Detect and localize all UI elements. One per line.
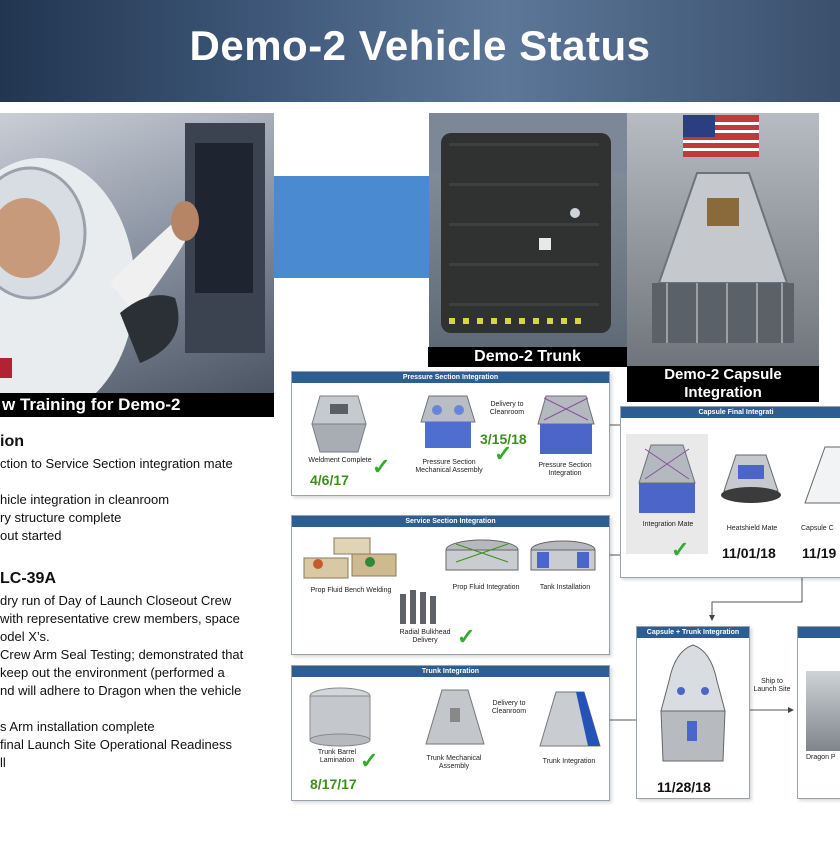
weldment-icon: [311, 395, 367, 453]
tank-install-icon: [530, 540, 596, 571]
delivery-cleanroom-label: Delivery to Cleanroom: [489, 401, 525, 416]
capsule-closeout-date: 11/19: [802, 545, 837, 561]
trunk-barrel-icon: [309, 687, 371, 747]
panel-title: [798, 627, 840, 638]
heatshield-date: 11/01/18: [722, 545, 776, 561]
pressure-section-panel: Pressure Section Integration Weldment Co…: [291, 371, 610, 496]
prop-fluid-label: Prop Fluid Integration: [452, 584, 520, 591]
trunk-integration-icon: [539, 691, 601, 747]
integration-mate-icon: [638, 444, 696, 513]
pressure-assembly-label: Pressure Section Mechanical Assembly: [415, 459, 483, 474]
weldment-date: 4/6/17: [310, 472, 349, 488]
pressure-integration-label: Pressure Section Integration: [538, 462, 592, 477]
panel-title: Trunk Integration: [292, 666, 609, 677]
prop-bench-icon: [303, 537, 397, 579]
check-icon: ✓: [360, 748, 379, 773]
trunk-delivery-label: Delivery to Cleanroom: [491, 700, 527, 715]
trunk-mechanical-label: Trunk Mechanical Assembly: [426, 755, 482, 770]
capsule-closeout-icon: [804, 446, 840, 504]
tank-install-label: Tank Installation: [539, 584, 591, 591]
panel-title: Capsule + Trunk Integration: [637, 627, 749, 638]
check-icon: ✓: [494, 441, 513, 466]
trunk-integration-label: Trunk Integration: [542, 758, 596, 765]
capsule-trunk-date: 11/28/18: [657, 779, 711, 795]
check-icon: ✓: [671, 537, 690, 562]
prop-bench-label: Prop Fluid Bench Welding: [310, 587, 392, 594]
capsule-final-panel: Capsule Final Integrati Integration Mate…: [620, 406, 840, 578]
check-icon: ✓: [372, 454, 391, 479]
panel-title: Capsule Final Integrati: [621, 407, 840, 418]
launch-site-photo: [806, 671, 840, 751]
radial-bulkhead-label: Radial Bulkhead Delivery: [399, 629, 451, 644]
radial-bulkhead-icon: [400, 590, 436, 624]
integration-mate-label: Integration Mate: [642, 521, 694, 528]
pressure-integration-icon: [537, 395, 595, 454]
trunk-integration-panel: Trunk Integration Trunk Barrel Laminatio…: [291, 665, 610, 801]
check-icon: ✓: [457, 624, 476, 649]
capsule-trunk-panel: Capsule + Trunk Integration 11/28/18: [636, 626, 750, 799]
trunk-mechanical-icon: [425, 689, 485, 745]
service-section-panel: Service Section Integration Prop Fluid B…: [291, 515, 610, 655]
capsule-closeout-label: Capsule C: [801, 525, 834, 532]
heatshield-label: Heatshield Mate: [726, 525, 778, 532]
capsule-trunk-icon: [660, 644, 726, 762]
pressure-assembly-icon: [420, 395, 476, 448]
heatshield-icon: [721, 454, 781, 503]
launch-site-label: Dragon P: [806, 754, 836, 761]
trunk-barrel-date: 8/17/17: [310, 776, 357, 792]
prop-fluid-icon: [445, 539, 519, 571]
panel-title: Pressure Section Integration: [292, 372, 609, 383]
launch-site-panel: Dragon P: [797, 626, 840, 799]
ship-to-launch-label: Ship to Launch Site: [753, 678, 791, 693]
panel-title: Service Section Integration: [292, 516, 609, 527]
